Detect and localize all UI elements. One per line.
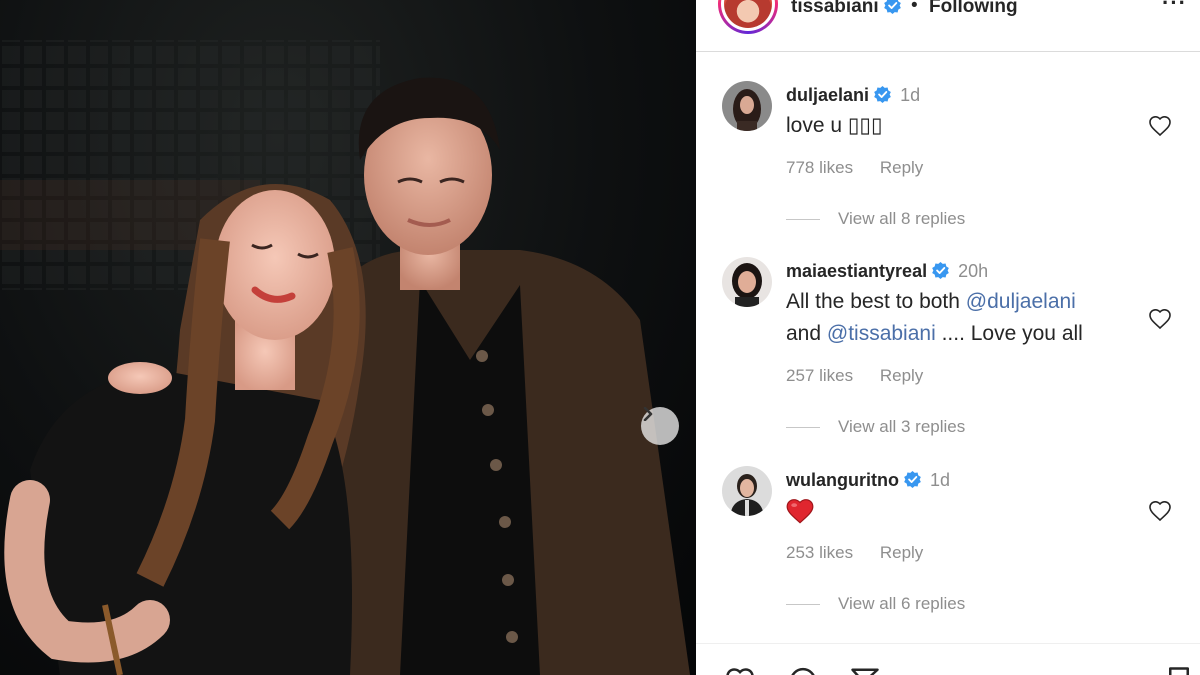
mention-link[interactable]: @duljaelani [966,290,1076,313]
commenter-username[interactable]: wulanguritno [786,470,899,490]
heart-outline-icon[interactable] [1148,114,1172,138]
commenter-avatar[interactable] [722,81,772,131]
comment-text-line-1: All the best to both @duljaelani [786,286,1076,318]
reply-button[interactable]: Reply [880,543,923,562]
comment-likes[interactable]: 778 likes [786,158,853,177]
author-avatar[interactable] [718,0,778,34]
paper-plane-icon[interactable] [848,666,882,675]
view-replies-label: View all 8 replies [838,209,966,228]
action-bar [696,643,1200,675]
verified-badge-icon [884,0,901,14]
verified-badge-icon [904,471,921,488]
comment-text-prefix: and [786,322,827,345]
view-replies-button[interactable]: View all 6 replies [786,594,965,614]
mention-link[interactable]: @tissabiani [827,322,936,345]
reply-button[interactable]: Reply [880,366,923,385]
author-username[interactable]: tissabiani [791,0,879,17]
reply-button[interactable]: Reply [880,158,923,177]
comment-time: 1d [930,470,951,490]
view-replies-button[interactable]: View all 8 replies [786,209,965,229]
comment-text-suffix: .... Love you all [935,322,1083,345]
verified-badge-icon [874,86,891,103]
comment-time: 20h [958,261,989,281]
next-photo-button[interactable] [641,407,679,445]
verified-badge-icon [932,262,949,279]
view-replies-label: View all 6 replies [838,594,966,613]
view-replies-label: View all 3 replies [838,417,966,436]
like-icon[interactable] [722,666,758,675]
comment-text: love u ▯▯▯ [786,114,883,137]
view-replies-button[interactable]: View all 3 replies [786,417,965,437]
header-separator: • [911,0,918,16]
chevron-right-icon [643,407,653,421]
following-button[interactable]: Following [929,0,1018,18]
commenter-avatar[interactable] [722,257,772,307]
commenter-avatar[interactable] [722,466,772,516]
comment-likes[interactable]: 253 likes [786,543,853,562]
comment-likes[interactable]: 257 likes [786,366,853,385]
heart-outline-icon[interactable] [1148,499,1172,523]
bookmark-icon[interactable] [1164,666,1194,675]
post-photo-image [0,40,690,675]
commenter-username[interactable]: maiaestiantyreal [786,261,927,281]
comment-text-line-2: and @tissabiani .... Love you all [786,318,1083,350]
red-heart-emoji-icon [786,499,814,524]
comment-icon[interactable] [786,666,820,675]
heart-outline-icon[interactable] [1148,307,1172,331]
commenter-username[interactable]: duljaelani [786,85,869,105]
comment-time: 1d [900,85,921,105]
post-photo [0,0,696,675]
post-header: tissabiani • Following ··· [696,0,1200,52]
comments-panel: tissabiani • Following ··· duljaelani 1d… [696,0,1200,675]
comment-text-prefix: All the best to both [786,290,966,313]
more-options-icon[interactable]: ··· [1162,0,1187,16]
